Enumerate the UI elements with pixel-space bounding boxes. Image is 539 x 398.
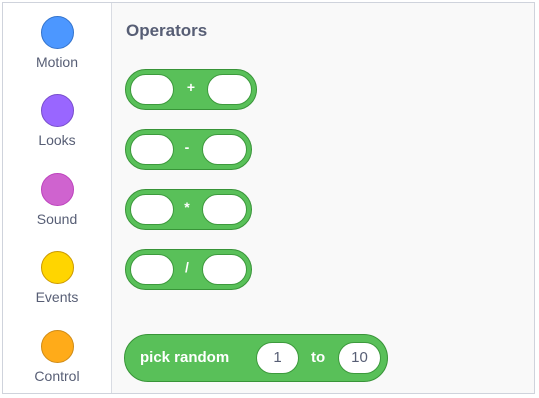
left-operand-input[interactable] <box>130 134 174 165</box>
control-color-dot-icon <box>40 330 74 363</box>
category-label: Control <box>34 368 80 384</box>
left-operand-input[interactable] <box>130 194 174 225</box>
add-operator-block[interactable]: + <box>125 69 257 110</box>
category-events[interactable]: Events <box>3 251 111 305</box>
category-label: Events <box>35 289 79 305</box>
right-operand-input[interactable] <box>202 194 247 225</box>
looks-color-dot-icon <box>40 94 74 127</box>
left-operand-input[interactable] <box>130 74 174 105</box>
operator-symbol: + <box>186 79 196 95</box>
category-looks[interactable]: Looks <box>3 94 111 148</box>
left-operand-input[interactable] <box>130 254 174 285</box>
operator-symbol: / <box>185 259 189 275</box>
category-label: Sound <box>36 211 78 227</box>
block-palette-window: Motion Looks Sound Events Control Operat… <box>2 2 535 394</box>
operators-palette: Operators + - * / pick random 1 to 10 <box>112 3 534 393</box>
to-label: to <box>311 349 326 366</box>
pick-random-label: pick random <box>140 349 230 366</box>
operator-symbol: - <box>184 139 190 155</box>
subtract-operator-block[interactable]: - <box>125 129 252 170</box>
category-label: Looks <box>38 132 76 148</box>
category-label: Motion <box>35 54 79 70</box>
operator-symbol: * <box>184 199 190 215</box>
divide-operator-block[interactable]: / <box>125 249 252 290</box>
pick-random-block[interactable]: pick random 1 to 10 <box>124 334 388 382</box>
events-color-dot-icon <box>40 251 74 284</box>
right-operand-input[interactable] <box>202 134 247 165</box>
sound-color-dot-icon <box>40 173 74 206</box>
motion-color-dot-icon <box>40 16 74 49</box>
category-motion[interactable]: Motion <box>3 16 111 70</box>
category-sidebar: Motion Looks Sound Events Control <box>3 3 112 393</box>
palette-heading: Operators <box>126 21 208 40</box>
random-from-input[interactable]: 1 <box>256 342 299 374</box>
right-operand-input[interactable] <box>207 74 252 105</box>
category-control[interactable]: Control <box>3 330 111 384</box>
category-sound[interactable]: Sound <box>3 173 111 227</box>
random-to-input[interactable]: 10 <box>338 342 381 374</box>
right-operand-input[interactable] <box>202 254 247 285</box>
multiply-operator-block[interactable]: * <box>125 189 252 230</box>
